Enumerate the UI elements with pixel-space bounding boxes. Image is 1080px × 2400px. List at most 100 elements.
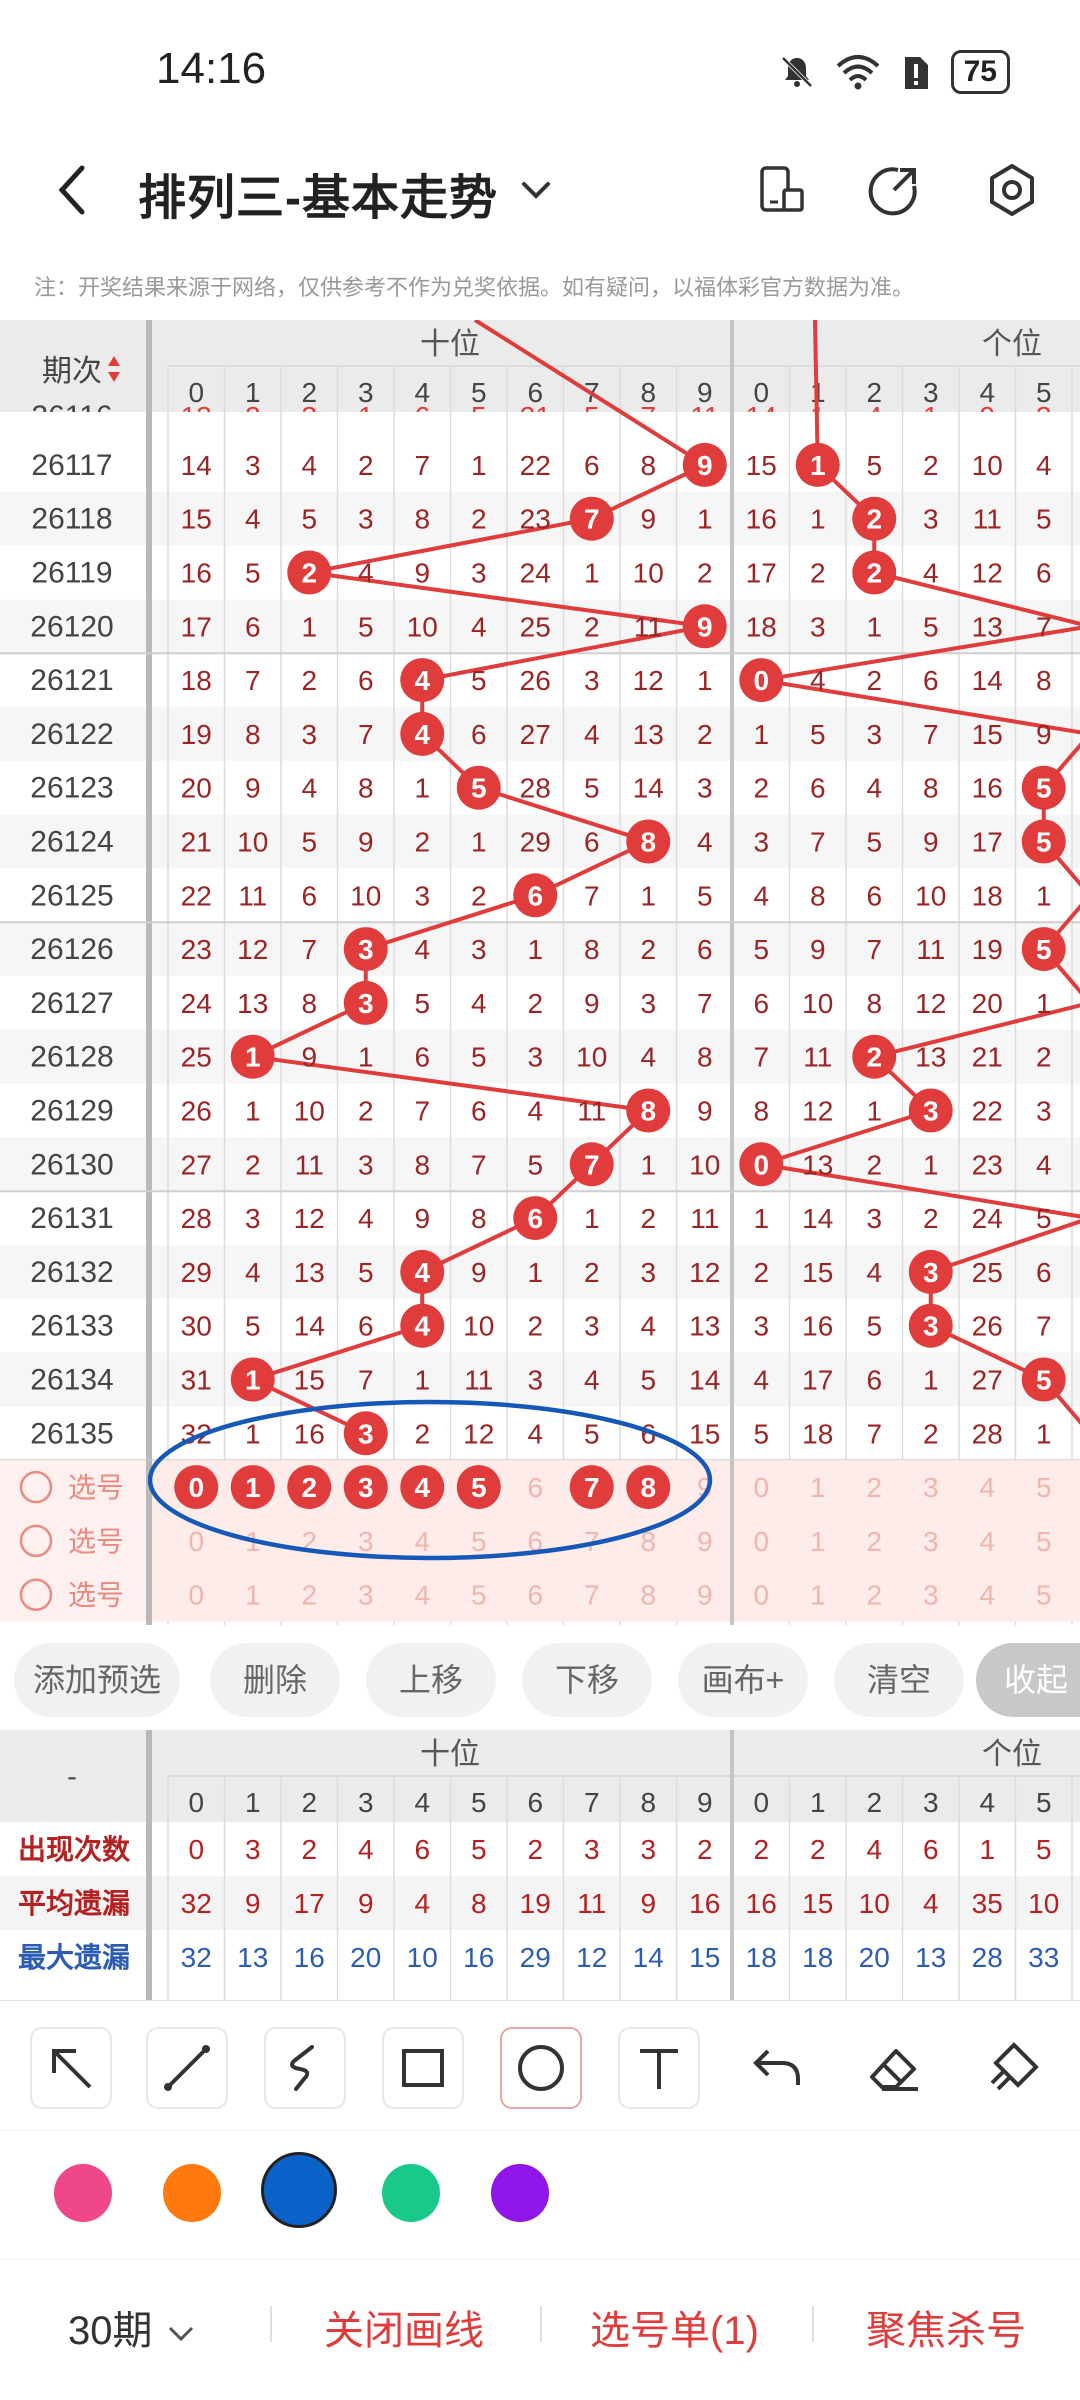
period-select[interactable]: 30期 bbox=[68, 2298, 198, 2356]
pick-number[interactable]: 9 bbox=[697, 1526, 713, 1557]
pick-number[interactable]: 5 bbox=[1036, 1472, 1052, 1503]
pick-number[interactable]: 4 bbox=[979, 1472, 995, 1503]
pick-label[interactable]: 选号 bbox=[68, 1526, 124, 1557]
color-swatch-orange[interactable] bbox=[163, 2164, 221, 2222]
pick-number[interactable]: 4 bbox=[414, 1472, 430, 1503]
pick-number[interactable]: 5 bbox=[1036, 1580, 1052, 1611]
miss-cell: 6 bbox=[358, 1311, 374, 1342]
pick-number[interactable]: 5 bbox=[471, 1472, 487, 1503]
focus-kill-button[interactable]: 聚焦杀号 bbox=[866, 2298, 1026, 2356]
period-cell: 26130 bbox=[30, 1148, 113, 1181]
pick-number[interactable]: 4 bbox=[979, 1526, 995, 1557]
miss-cell: 13 bbox=[633, 719, 664, 750]
page-title[interactable]: 排列三-基本走势 bbox=[138, 158, 498, 228]
pick-number[interactable]: 8 bbox=[640, 1472, 656, 1503]
settings-icon[interactable] bbox=[984, 162, 1040, 218]
curve-tool-button[interactable] bbox=[264, 2027, 346, 2109]
rectangle-tool-button[interactable] bbox=[382, 2027, 464, 2109]
pick-number[interactable]: 3 bbox=[923, 1580, 939, 1611]
move-down-button[interactable]: 下移 bbox=[522, 1643, 652, 1717]
pick-number[interactable]: 7 bbox=[584, 1472, 600, 1503]
color-swatch-blue-selected[interactable] bbox=[261, 2152, 337, 2228]
pick-number[interactable]: 8 bbox=[640, 1580, 656, 1611]
phone-layout-icon[interactable] bbox=[758, 164, 806, 216]
period-cell: 26117 bbox=[31, 449, 112, 482]
pick-list-button[interactable]: 选号单(1) bbox=[590, 2298, 759, 2356]
pick-number[interactable]: 0 bbox=[753, 1472, 769, 1503]
miss-cell: 4 bbox=[301, 773, 317, 804]
pick-number[interactable]: 9 bbox=[697, 1580, 713, 1611]
pick-number[interactable]: 2 bbox=[301, 1472, 317, 1503]
stats-cell: 5 bbox=[1036, 1834, 1052, 1865]
clear-button[interactable]: 清空 bbox=[834, 1643, 964, 1717]
pick-number[interactable]: 5 bbox=[471, 1580, 487, 1611]
miss-cell: 12 bbox=[633, 665, 664, 696]
arrow-tool-button[interactable] bbox=[30, 2027, 112, 2109]
undo-tool-button[interactable] bbox=[736, 2027, 818, 2109]
color-swatch-purple[interactable] bbox=[491, 2164, 549, 2222]
color-swatch-pink[interactable] bbox=[54, 2164, 112, 2222]
trend-grid[interactable]: 十位个位0123456789012345期次261161323165215711… bbox=[0, 320, 1080, 1625]
collapse-button[interactable]: 收起 bbox=[976, 1643, 1080, 1717]
miss-cell: 28 bbox=[972, 1418, 1003, 1449]
pick-number[interactable]: 5 bbox=[471, 1526, 487, 1557]
pick-number[interactable]: 0 bbox=[753, 1526, 769, 1557]
pick-number[interactable]: 3 bbox=[358, 1526, 374, 1557]
eraser-tool-button[interactable] bbox=[854, 2027, 936, 2109]
miss-cell: 26 bbox=[181, 1096, 212, 1127]
share-icon[interactable] bbox=[868, 164, 920, 216]
pick-number[interactable]: 3 bbox=[923, 1526, 939, 1557]
miss-cell: 5 bbox=[358, 1257, 374, 1288]
pick-number[interactable]: 1 bbox=[810, 1580, 826, 1611]
pick-number[interactable]: 7 bbox=[584, 1580, 600, 1611]
pick-number[interactable]: 5 bbox=[1036, 1526, 1052, 1557]
line-tool-button[interactable] bbox=[146, 2027, 228, 2109]
stats-cell: 11 bbox=[577, 1888, 606, 1919]
miss-cell: 27 bbox=[972, 1365, 1003, 1396]
pick-number[interactable]: 3 bbox=[358, 1472, 374, 1503]
pick-number[interactable]: 6 bbox=[527, 1472, 543, 1503]
pick-number[interactable]: 2 bbox=[866, 1526, 882, 1557]
pick-number[interactable]: 0 bbox=[753, 1580, 769, 1611]
text-tool-button[interactable] bbox=[618, 2027, 700, 2109]
pick-number[interactable]: 0 bbox=[188, 1526, 204, 1557]
miss-cell: 14 bbox=[689, 1365, 720, 1396]
pick-number[interactable]: 4 bbox=[414, 1526, 430, 1557]
close-drawing-button[interactable]: 关闭画线 bbox=[324, 2298, 484, 2356]
pick-label[interactable]: 选号 bbox=[68, 1472, 124, 1503]
pick-number[interactable]: 3 bbox=[923, 1472, 939, 1503]
pick-number[interactable]: 2 bbox=[866, 1472, 882, 1503]
pick-number[interactable]: 2 bbox=[301, 1580, 317, 1611]
miss-cell: 5 bbox=[584, 773, 600, 804]
pick-number[interactable]: 2 bbox=[866, 1580, 882, 1611]
pick-number[interactable]: 1 bbox=[245, 1472, 261, 1503]
pick-number[interactable]: 4 bbox=[414, 1580, 430, 1611]
color-swatch-green[interactable] bbox=[382, 2164, 440, 2222]
hit-number: 8 bbox=[640, 827, 656, 858]
tens-ones-divider bbox=[730, 320, 734, 1625]
period-header[interactable]: 期次 bbox=[42, 355, 102, 388]
pick-number[interactable]: 6 bbox=[527, 1580, 543, 1611]
miss-cell: 11 bbox=[973, 504, 1002, 535]
pick-number[interactable]: 1 bbox=[810, 1526, 826, 1557]
miss-cell: 4 bbox=[527, 1096, 543, 1127]
pick-label[interactable]: 选号 bbox=[68, 1580, 124, 1611]
chevron-down-icon[interactable] bbox=[516, 170, 556, 210]
delete-button[interactable]: 删除 bbox=[210, 1643, 340, 1717]
miss-cell: 3 bbox=[527, 1042, 543, 1073]
pick-number[interactable]: 0 bbox=[188, 1580, 204, 1611]
pick-number[interactable]: 1 bbox=[810, 1472, 826, 1503]
circle-tool-button[interactable] bbox=[500, 2027, 582, 2109]
miss-cell: 9 bbox=[697, 1096, 713, 1127]
add-preselect-button[interactable]: 添加预选 bbox=[14, 1643, 180, 1717]
pick-number[interactable]: 1 bbox=[245, 1580, 261, 1611]
move-up-button[interactable]: 上移 bbox=[366, 1643, 496, 1717]
clear-drawing-tool-button[interactable] bbox=[972, 2027, 1054, 2109]
pick-number[interactable]: 0 bbox=[188, 1472, 204, 1503]
back-arrow-icon[interactable] bbox=[48, 160, 98, 220]
pick-number[interactable]: 3 bbox=[358, 1580, 374, 1611]
tens-digit-header: 7 bbox=[584, 1787, 600, 1818]
canvas-plus-button[interactable]: 画布+ bbox=[678, 1643, 808, 1717]
miss-cell: 7 bbox=[1036, 611, 1052, 642]
pick-number[interactable]: 4 bbox=[979, 1580, 995, 1611]
